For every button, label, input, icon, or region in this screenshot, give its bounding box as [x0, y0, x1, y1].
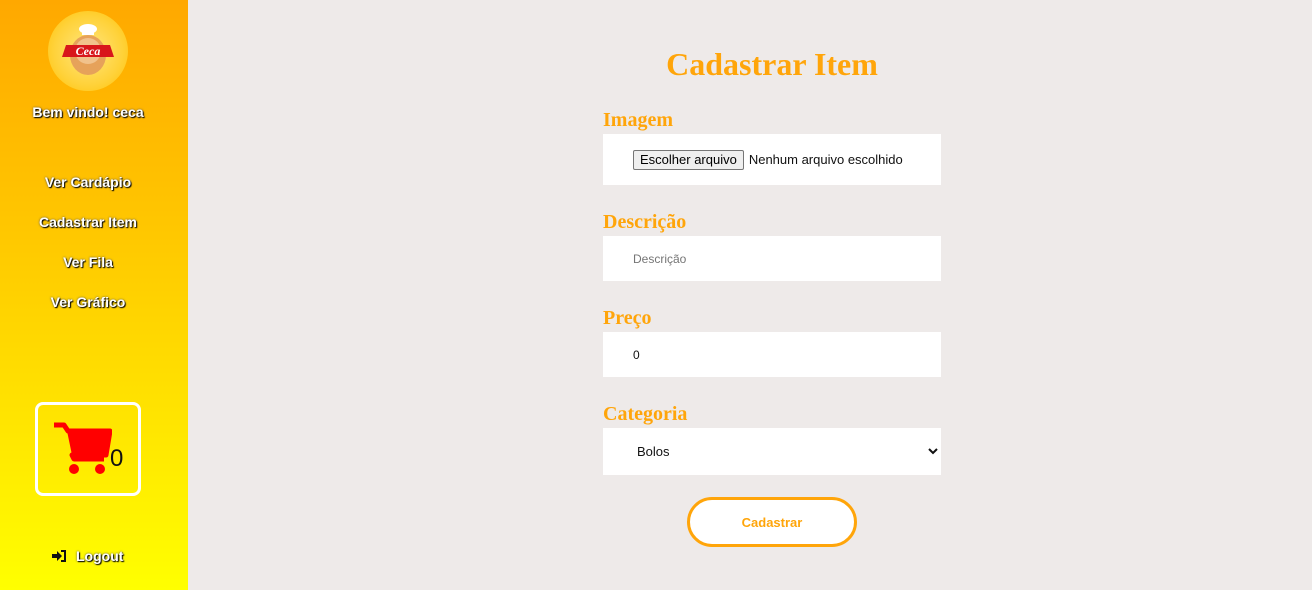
sidebar-item-ver-fila[interactable]: Ver Fila: [0, 254, 176, 294]
price-input[interactable]: [603, 332, 941, 377]
category-label: Categoria: [603, 403, 688, 425]
description-field-wrapper: [603, 236, 941, 281]
cart-button[interactable]: 0: [35, 402, 141, 496]
image-label: Imagem: [603, 109, 673, 131]
logout-button[interactable]: Logout: [52, 548, 123, 564]
shopping-cart-icon: [54, 422, 112, 474]
cadastrar-button[interactable]: Cadastrar: [687, 497, 857, 547]
logout-label: Logout: [76, 548, 124, 564]
category-select[interactable]: Bolos: [603, 428, 941, 475]
price-label: Preço: [603, 307, 652, 329]
sidebar-item-ver-cardapio[interactable]: Ver Cardápio: [0, 174, 176, 214]
image-field: Escolher arquivo Nenhum arquivo escolhid…: [603, 134, 941, 185]
price-field-wrapper: [603, 332, 941, 377]
sidebar-item-ver-grafico[interactable]: Ver Gráfico: [0, 294, 176, 334]
ceca-logo: Ceca: [48, 11, 128, 91]
cart-count: 0: [110, 445, 124, 472]
logo-lettering: Ceca: [76, 44, 101, 58]
page-title: Cadastrar Item: [666, 46, 878, 82]
sidebar: Ceca Bem vindo! ceca Ver Cardápio Cadast…: [0, 0, 188, 590]
category-field-wrapper: Bolos: [603, 428, 941, 475]
logo-image: Ceca: [62, 24, 114, 75]
file-status: Nenhum arquivo escolhido: [748, 152, 903, 167]
description-input[interactable]: [603, 236, 941, 281]
sidebar-item-cadastrar-item[interactable]: Cadastrar Item: [0, 214, 176, 254]
welcome-message: Bem vindo! ceca: [32, 104, 144, 120]
sign-in-icon: [52, 550, 66, 562]
sidebar-nav: Ver Cardápio Cadastrar Item Ver Fila Ver…: [0, 174, 176, 334]
choose-file-button[interactable]: Escolher arquivo: [633, 149, 744, 170]
description-label: Descrição: [603, 211, 687, 233]
